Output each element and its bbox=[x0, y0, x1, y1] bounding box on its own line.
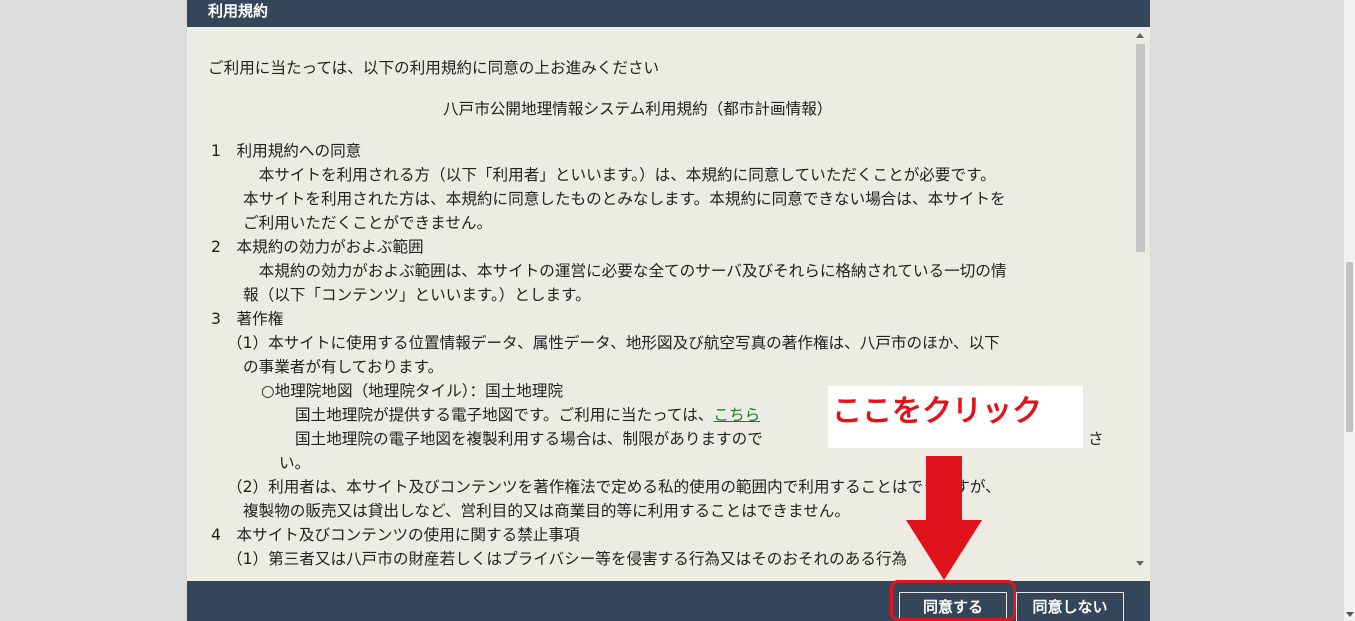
terms-scrollbar[interactable] bbox=[1133, 30, 1147, 570]
dialog-title: 利用規約 bbox=[208, 2, 269, 20]
page-scrollbar-thumb[interactable] bbox=[1346, 262, 1353, 432]
terms-line: ご利用いただくことができません。 bbox=[243, 214, 493, 232]
terms-line-tail: さ bbox=[1088, 430, 1104, 448]
terms-line: （2）利用者は、本サイト及びコンテンツを著作権法で定める私的使用の範囲内で利用す… bbox=[227, 478, 1001, 496]
terms-line: （1）第三者又は八戸市の財産若しくはプライバシー等を侵害する行為又はそのおそれの… bbox=[227, 550, 908, 568]
callout-text: ここをクリック bbox=[832, 394, 1042, 429]
terms-dialog: 利用規約 ご利用に当たっては、以下の利用規約に同意の上お進みください 八戸市公開… bbox=[187, 0, 1150, 621]
scroll-up-icon[interactable] bbox=[1136, 33, 1144, 38]
terms-content[interactable]: ご利用に当たっては、以下の利用規約に同意の上お進みください 八戸市公開地理情報シ… bbox=[187, 27, 1150, 570]
terms-line: 本サイトを利用される方（以下「利用者」といいます。）は、本規約に同意していただく… bbox=[243, 166, 996, 184]
terms-line: 報（以下「コンテンツ」といいます。）とします。 bbox=[243, 286, 591, 304]
page-scrollbar[interactable] bbox=[1344, 0, 1355, 621]
terms-line: （1）本サイトに使用する位置情報データ、属性データ、地形図及び航空写真の著作権は… bbox=[227, 334, 1000, 352]
terms-line: 複製物の販売又は貸出しなど、営利目的又は商業目的等に利用することはできません。 bbox=[243, 502, 850, 520]
section-heading: 3 著作権 bbox=[211, 310, 284, 328]
terms-line: 国土地理院の電子地図を複製利用する場合は、制限がありますので bbox=[295, 430, 763, 448]
terms-line: ○地理院地図（地理院タイル）：国土地理院 bbox=[261, 382, 564, 400]
intro-text: ご利用に当たっては、以下の利用規約に同意の上お進みください bbox=[208, 59, 660, 77]
section-heading: 4 本サイト及びコンテンツの使用に関する禁止事項 bbox=[211, 526, 580, 544]
page-scroll-down-icon[interactable] bbox=[1346, 612, 1354, 617]
dialog-header: 利用規約 bbox=[187, 0, 1150, 27]
terms-line-text: 国土地理院が提供する電子地図です。ご利用に当たっては、 bbox=[295, 406, 714, 424]
annotation-callout: ここをクリック bbox=[828, 386, 1083, 448]
gsi-terms-link[interactable]: こちら bbox=[713, 406, 760, 424]
terms-line: 国土地理院が提供する電子地図です。ご利用に当たっては、こちら bbox=[295, 403, 760, 427]
terms-line: い。 bbox=[279, 454, 311, 472]
doc-title: 八戸市公開地理情報システム利用規約（都市計画情報） bbox=[443, 100, 833, 118]
arrow-down-icon bbox=[906, 456, 982, 580]
terms-line: の事業者が有しております。 bbox=[243, 358, 444, 376]
highlight-box bbox=[890, 580, 1016, 621]
section-heading: 1 利用規約への同意 bbox=[211, 142, 362, 160]
section-heading: 2 本規約の効力がおよぶ範囲 bbox=[211, 238, 424, 256]
terms-scrollbar-thumb[interactable] bbox=[1136, 44, 1145, 252]
terms-line: 本サイトを利用された方は、本規約に同意したものとみなします。本規約に同意できない… bbox=[243, 190, 1006, 208]
disagree-button[interactable]: 同意しない bbox=[1016, 592, 1124, 621]
terms-line: 本規約の効力がおよぶ範囲は、本サイトの運営に必要な全てのサーバ及びそれらに格納さ… bbox=[243, 262, 1007, 280]
scroll-down-icon[interactable] bbox=[1136, 561, 1144, 566]
